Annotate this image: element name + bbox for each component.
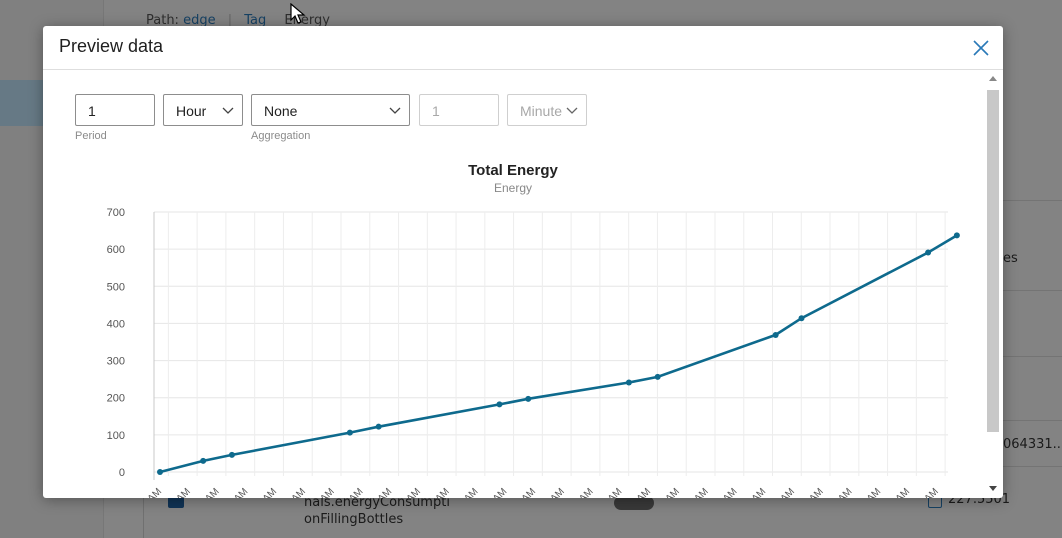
x-tick-label: AM bbox=[232, 486, 250, 498]
x-tick-label: AM bbox=[261, 486, 279, 498]
data-point[interactable] bbox=[157, 469, 163, 475]
scrollbar-thumb[interactable] bbox=[987, 90, 999, 432]
aggregation-label: Aggregation bbox=[251, 130, 311, 142]
x-tick-label: AM bbox=[606, 486, 624, 498]
data-point[interactable] bbox=[953, 232, 960, 239]
chart-grid bbox=[153, 211, 948, 480]
data-point[interactable] bbox=[346, 429, 353, 436]
total-energy-chart: Total Energy Energy 0 100 200 300 400 500 600 7… bbox=[107, 162, 960, 498]
interval-unit-select[interactable]: Minute bbox=[507, 94, 587, 126]
series-line bbox=[159, 234, 958, 474]
preview-data-dialog: Preview data 1 Period Hour None Aggregat… bbox=[43, 26, 1003, 498]
chevron-down-icon bbox=[566, 107, 578, 114]
x-tick-label: AM bbox=[405, 486, 423, 498]
scroll-up-icon[interactable] bbox=[989, 76, 997, 81]
x-tick-label: AM bbox=[548, 486, 566, 498]
y-tick-label: 0 bbox=[119, 467, 125, 479]
data-point[interactable] bbox=[798, 315, 805, 322]
dialog-scrollbar[interactable] bbox=[985, 72, 1001, 498]
x-tick-label: AM bbox=[491, 486, 509, 498]
data-point[interactable] bbox=[925, 249, 932, 256]
chart-title: Total Energy bbox=[468, 162, 558, 179]
scroll-down-icon[interactable] bbox=[989, 486, 997, 491]
x-tick-label: AM bbox=[635, 486, 653, 498]
chevron-down-icon bbox=[222, 107, 234, 114]
interval-input[interactable]: 1 bbox=[419, 94, 499, 126]
data-point[interactable] bbox=[375, 423, 382, 430]
mouse-cursor-icon bbox=[290, 3, 306, 24]
x-tick-label: AM bbox=[865, 486, 883, 498]
x-tick-label: AM bbox=[664, 486, 682, 498]
data-point[interactable] bbox=[625, 379, 632, 386]
y-tick-label: 600 bbox=[107, 244, 125, 256]
dialog-title: Preview data bbox=[59, 36, 164, 56]
x-tick-label: AM bbox=[433, 486, 451, 498]
data-point[interactable] bbox=[228, 451, 235, 458]
y-tick-label: 500 bbox=[107, 281, 125, 293]
y-tick-label: 400 bbox=[107, 318, 125, 330]
x-axis-ticks: AM AM AM AM AM AM AM AM AM AM AM AM AM AM AM AM AM AM AM AM… bbox=[146, 486, 941, 498]
y-tick-label: 700 bbox=[107, 207, 125, 219]
x-tick-label: AM bbox=[721, 486, 739, 498]
x-tick-label: AM bbox=[692, 486, 710, 498]
x-tick-label: AM bbox=[750, 486, 768, 498]
x-tick-label: AM bbox=[175, 486, 193, 498]
y-tick-label: 300 bbox=[107, 356, 125, 368]
x-tick-label: AM bbox=[836, 486, 854, 498]
x-tick-label: AM bbox=[894, 486, 912, 498]
data-point[interactable] bbox=[496, 401, 503, 408]
x-tick-label: AM bbox=[520, 486, 538, 498]
y-tick-label: 100 bbox=[107, 430, 125, 442]
x-tick-label: AM bbox=[146, 486, 164, 498]
period-input[interactable]: 1 bbox=[75, 94, 155, 126]
period-label: Period bbox=[75, 130, 107, 142]
x-tick-label: AM bbox=[290, 486, 308, 498]
y-axis-ticks: 0 100 200 300 400 500 600 700 bbox=[107, 207, 125, 479]
data-point[interactable] bbox=[525, 395, 532, 402]
x-tick-label: AM bbox=[376, 486, 394, 498]
x-tick-label: AM bbox=[462, 486, 480, 498]
data-point[interactable] bbox=[772, 331, 779, 338]
close-icon[interactable] bbox=[969, 36, 993, 60]
aggregation-select[interactable]: None bbox=[251, 94, 410, 126]
x-tick-label: AM bbox=[779, 486, 797, 498]
chart-subtitle: Energy bbox=[494, 181, 532, 195]
x-tick-label: AM bbox=[807, 486, 825, 498]
period-unit-select[interactable]: Hour bbox=[163, 94, 243, 126]
dialog-header: Preview data bbox=[43, 26, 1003, 70]
y-tick-label: 200 bbox=[107, 393, 125, 405]
data-point[interactable] bbox=[654, 373, 661, 380]
series-points bbox=[157, 232, 960, 475]
x-tick-label: AM bbox=[347, 486, 365, 498]
x-tick-label: AM bbox=[203, 486, 221, 498]
x-tick-label: AM bbox=[922, 486, 940, 498]
x-tick-label: AM bbox=[577, 486, 595, 498]
x-tick-label: AM bbox=[318, 486, 336, 498]
data-point[interactable] bbox=[200, 457, 207, 464]
chevron-down-icon bbox=[389, 107, 401, 114]
